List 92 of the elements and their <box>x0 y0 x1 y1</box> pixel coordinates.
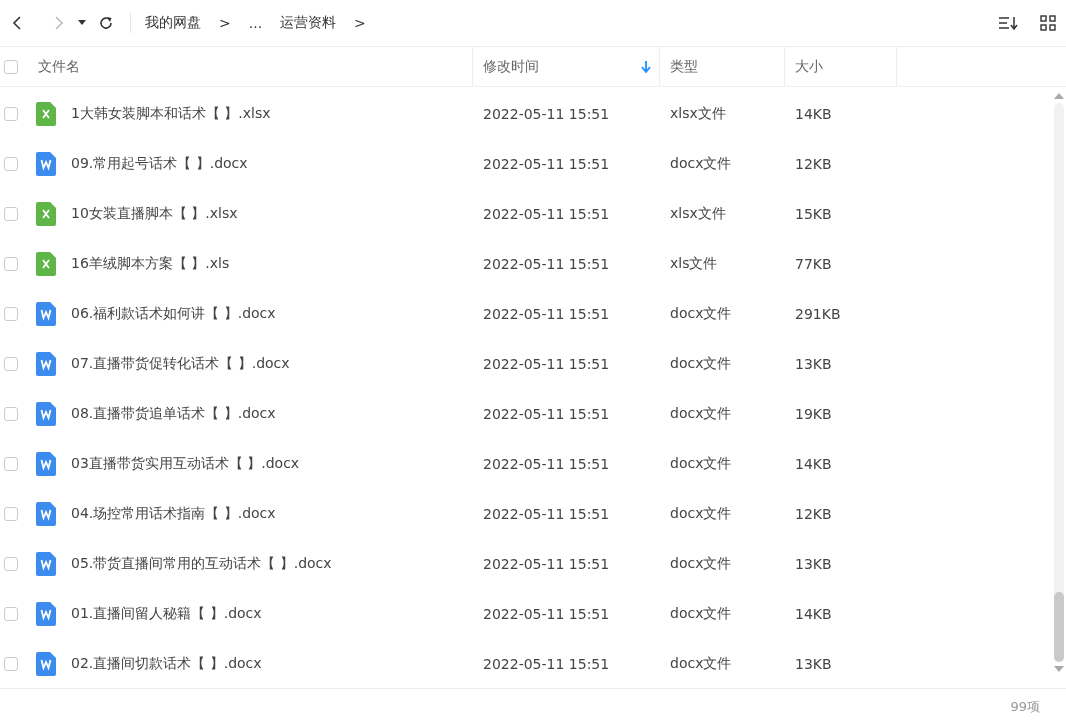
modified-time: 2022-05-11 15:51 <box>483 106 610 122</box>
file-name[interactable]: 06.福利款话术如何讲【 】.docx <box>71 305 276 323</box>
file-name[interactable]: 10女装直播脚本【 】.xlsx <box>71 205 238 223</box>
file-type: xls文件 <box>670 255 718 273</box>
document-file-icon <box>36 452 56 476</box>
row-checkbox[interactable] <box>4 157 18 171</box>
column-header[interactable]: 类型 <box>670 57 776 76</box>
file-name[interactable]: 01.直播间留人秘籍【 】.docx <box>71 605 262 623</box>
file-name[interactable]: 08.直播带货追单话术【 】.docx <box>71 405 276 423</box>
modified-time: 2022-05-11 15:51 <box>483 506 610 522</box>
breadcrumb-item[interactable]: 我的网盘 <box>145 14 201 32</box>
forward-icon[interactable] <box>52 15 66 31</box>
back-icon[interactable] <box>10 15 24 31</box>
refresh-icon[interactable] <box>98 15 114 31</box>
file-size: 14KB <box>795 106 832 122</box>
modified-time: 2022-05-11 15:51 <box>483 156 610 172</box>
file-name[interactable]: 02.直播间切款话术【 】.docx <box>71 655 262 673</box>
item-count: 99项 <box>1010 698 1040 716</box>
document-file-icon <box>36 402 56 426</box>
spreadsheet-file-icon <box>36 202 56 226</box>
row-checkbox[interactable] <box>4 607 18 621</box>
breadcrumb-item[interactable]: > <box>354 15 366 31</box>
column-header[interactable]: 修改时间 <box>483 57 641 76</box>
column-header[interactable]: 文件名 <box>38 57 464 76</box>
sort-list-icon[interactable] <box>998 15 1018 31</box>
modified-time: 2022-05-11 15:51 <box>483 556 610 572</box>
file-size: 14KB <box>795 606 832 622</box>
modified-time: 2022-05-11 15:51 <box>483 456 610 472</box>
column-header[interactable]: 大小 <box>795 57 888 76</box>
file-name[interactable]: 04.场控常用话术指南【 】.docx <box>71 505 276 523</box>
document-file-icon <box>36 502 56 526</box>
modified-time: 2022-05-11 15:51 <box>483 306 610 322</box>
file-type: docx文件 <box>670 655 732 673</box>
file-size: 291KB <box>795 306 841 322</box>
modified-time: 2022-05-11 15:51 <box>483 256 610 272</box>
file-type: docx文件 <box>670 455 732 473</box>
modified-time: 2022-05-11 15:51 <box>483 206 610 222</box>
file-size: 12KB <box>795 506 832 522</box>
file-size: 19KB <box>795 406 832 422</box>
spreadsheet-file-icon <box>36 252 56 276</box>
row-checkbox[interactable] <box>4 407 18 421</box>
file-type: xlsx文件 <box>670 105 726 123</box>
file-type: docx文件 <box>670 555 732 573</box>
file-size: 15KB <box>795 206 832 222</box>
row-checkbox[interactable] <box>4 307 18 321</box>
select-all-checkbox[interactable] <box>4 59 18 74</box>
file-type: docx文件 <box>670 405 732 423</box>
row-checkbox[interactable] <box>4 557 18 571</box>
row-checkbox[interactable] <box>4 257 18 271</box>
file-type: docx文件 <box>670 505 732 523</box>
row-checkbox[interactable] <box>4 507 18 521</box>
modified-time: 2022-05-11 15:51 <box>483 656 610 672</box>
breadcrumb-item[interactable]: > <box>219 15 231 31</box>
file-type: docx文件 <box>670 355 732 373</box>
scroll-up-icon[interactable] <box>1054 93 1064 99</box>
file-type: xlsx文件 <box>670 205 726 223</box>
file-type: docx文件 <box>670 305 732 323</box>
file-name[interactable]: 09.常用起号话术【 】.docx <box>71 155 248 173</box>
scrollbar-thumb[interactable] <box>1054 592 1064 662</box>
row-checkbox[interactable] <box>4 357 18 371</box>
file-name[interactable]: 1大韩女装脚本和话术【 】.xlsx <box>71 105 271 123</box>
file-name[interactable]: 16羊绒脚本方案【 】.xls <box>71 255 230 273</box>
document-file-icon <box>36 652 56 676</box>
file-size: 13KB <box>795 556 832 572</box>
caret-icon[interactable] <box>78 20 86 26</box>
file-size: 77KB <box>795 256 832 272</box>
file-type: docx文件 <box>670 605 732 623</box>
modified-time: 2022-05-11 15:51 <box>483 406 610 422</box>
spreadsheet-file-icon <box>36 102 56 126</box>
document-file-icon <box>36 302 56 326</box>
modified-time: 2022-05-11 15:51 <box>483 606 610 622</box>
row-checkbox[interactable] <box>4 657 18 671</box>
file-size: 13KB <box>795 356 832 372</box>
file-type: docx文件 <box>670 155 732 173</box>
row-checkbox[interactable] <box>4 457 18 471</box>
file-name[interactable]: 05.带货直播间常用的互动话术【 】.docx <box>71 555 332 573</box>
breadcrumb-item[interactable]: 运营资料 <box>280 14 337 32</box>
document-file-icon <box>36 352 56 376</box>
row-checkbox[interactable] <box>4 207 18 221</box>
file-size: 12KB <box>795 156 832 172</box>
breadcrumb-item[interactable]: ... <box>248 15 263 31</box>
document-file-icon <box>36 552 56 576</box>
document-file-icon <box>36 152 56 176</box>
grid-view-icon[interactable] <box>1040 15 1056 31</box>
file-size: 14KB <box>795 456 832 472</box>
document-file-icon <box>36 602 56 626</box>
file-size: 13KB <box>795 656 832 672</box>
scroll-down-icon[interactable] <box>1054 666 1064 672</box>
modified-time: 2022-05-11 15:51 <box>483 356 610 372</box>
row-checkbox[interactable] <box>4 107 18 121</box>
file-name[interactable]: 07.直播带货促转化话术【 】.docx <box>71 355 290 373</box>
file-name[interactable]: 03直播带货实用互动话术【 】.docx <box>71 455 300 473</box>
